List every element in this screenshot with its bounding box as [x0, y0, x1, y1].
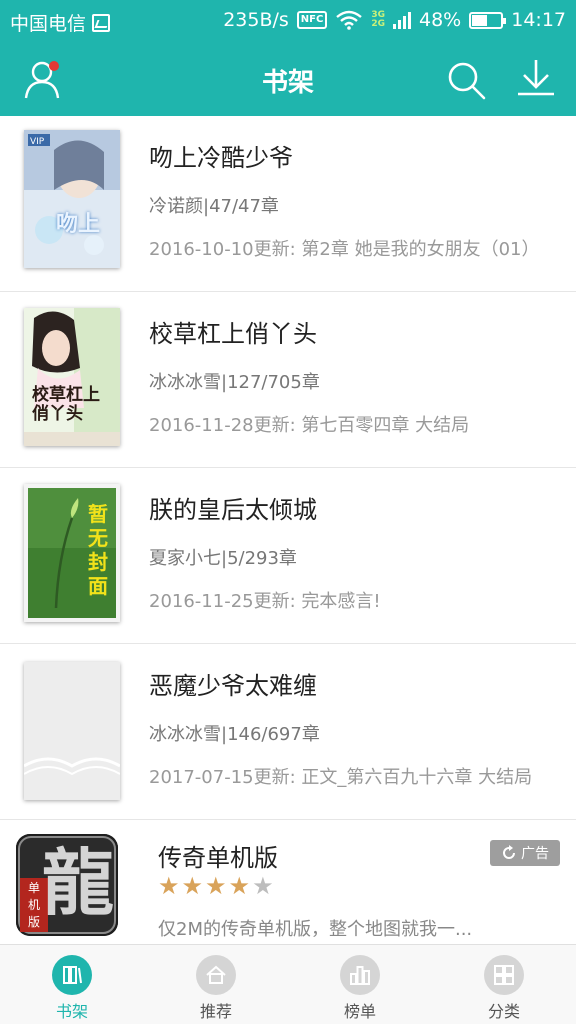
svg-text:VIP: VIP [30, 137, 45, 147]
book-author-chapters: 冷诺颜|47/47章 [149, 196, 279, 217]
tab-label: 书架 [55, 1002, 88, 1021]
network-speed: 235B/s [223, 9, 289, 31]
book-cover-art [24, 308, 120, 446]
book-update-info: 2016-11-28更新: 第七百零四章 大结局 [149, 415, 470, 436]
ad-rating: ★ ★ ★ ★ ★ [158, 874, 274, 898]
book-title: 恶魔少爷太难缠 [149, 672, 317, 700]
book-author-chapters: 冰冰冰雪|146/697章 [149, 724, 320, 745]
page-title: 书架 [261, 68, 314, 98]
book-author-chapters: 夏家小七|5/293章 [149, 548, 297, 569]
search-button[interactable] [444, 58, 488, 102]
star-icon: ★ [181, 872, 204, 900]
book-cover[interactable]: VIP 吻上 [24, 130, 120, 268]
signal-icon [393, 11, 411, 29]
ad-row[interactable]: 龍 单 机 版 传奇单机版 ★ ★ ★ ★ ★ 仅2M的传奇单机版，整个地图就我… [0, 820, 576, 944]
ranking-icon [340, 955, 380, 995]
ad-badge[interactable]: 广告 [490, 840, 560, 866]
search-icon [448, 62, 486, 100]
placeholder-book-icon [24, 662, 120, 800]
battery-percent: 48% [419, 9, 462, 31]
book-title: 吻上冷酷少爷 [149, 144, 293, 172]
bookshelf-icon [52, 955, 92, 995]
book-row[interactable]: 恶魔少爷太难缠 冰冰冰雪|146/697章 2017-07-15更新: 正文_第… [0, 644, 576, 820]
tab-label: 推荐 [199, 1002, 232, 1021]
tab-recommend[interactable]: 推荐 [144, 945, 288, 1024]
star-icon: ★ [158, 872, 180, 900]
app-header: 书架 [0, 42, 576, 116]
category-icon [484, 955, 524, 995]
tab-category[interactable]: 分类 [432, 945, 576, 1024]
home-icon [196, 955, 236, 995]
status-bar: 中国电信 235B/s NFC 3G 2G 48% 14:17 [0, 0, 576, 42]
download-button[interactable] [514, 56, 558, 100]
book-author-chapters: 冰冰冰雪|127/705章 [149, 372, 320, 393]
status-right: 235B/s NFC 3G 2G 48% 14:17 [223, 9, 566, 31]
ad-icon-glyph: 龍 [42, 840, 115, 925]
book-cover-title: 校草杠上俏丫头 [32, 385, 100, 424]
network-2g-label: 2G [371, 19, 385, 29]
star-icon: ★ [205, 872, 227, 900]
ad-badge-label: 广告 [521, 846, 549, 862]
tab-bookshelf[interactable]: 书架 [0, 945, 144, 1024]
refresh-icon [503, 845, 515, 859]
app-root: 中国电信 235B/s NFC 3G 2G 48% 14:17 书架 VIP 吻… [0, 0, 576, 1024]
book-cover[interactable] [24, 662, 120, 800]
book-row[interactable]: VIP 吻上 吻上冷酷少爷 冷诺颜|47/47章 2016-10-10更新: 第… [0, 116, 576, 292]
book-title: 校草杠上俏丫头 [149, 320, 317, 348]
download-icon [518, 60, 554, 96]
book-update-info: 2016-11-25更新: 完本感言! [149, 591, 381, 612]
book-update-info: 2016-10-10更新: 第2章 她是我的女朋友（01） [149, 239, 540, 260]
ad-icon-text: 单 [27, 881, 40, 895]
book-cover[interactable]: 暂无封面 [24, 484, 120, 622]
clock: 14:17 [511, 9, 566, 31]
book-cover-title: 暂无封面 [88, 502, 108, 598]
book-title: 朕的皇后太倾城 [149, 496, 317, 524]
book-cover-art: VIP [24, 130, 120, 268]
battery-icon [469, 11, 507, 29]
star-icon: ★ [228, 872, 251, 900]
book-cover-title: 吻上 [56, 212, 101, 237]
ad-app-icon[interactable]: 龍 单 机 版 [16, 834, 118, 936]
star-icon: ★ [252, 872, 274, 900]
book-update-info: 2017-07-15更新: 正文_第六百九十六章 大结局 [149, 767, 533, 788]
book-row[interactable]: 校草杠上俏丫头 校草杠上俏丫头 冰冰冰雪|127/705章 2016-11-28… [0, 292, 576, 468]
book-row[interactable]: 暂无封面 朕的皇后太倾城 夏家小七|5/293章 2016-11-25更新: 完… [0, 468, 576, 644]
bottom-tab-bar: 书架 推荐 榜单 分类 [0, 944, 576, 1024]
tab-label: 榜单 [343, 1002, 376, 1021]
carrier-label: 中国电信 [10, 13, 87, 35]
ad-title: 传奇单机版 [158, 844, 278, 872]
nfc-icon: NFC [296, 11, 328, 29]
tab-label: 分类 [487, 1002, 520, 1021]
mobile-network-icon: 3G 2G [371, 11, 385, 29]
tab-ranking[interactable]: 榜单 [288, 945, 432, 1024]
book-cover[interactable]: 校草杠上俏丫头 [24, 308, 120, 446]
wifi-icon [336, 10, 363, 30]
ad-icon-text: 机 [27, 898, 40, 912]
status-left: 中国电信 [10, 9, 111, 36]
ad-icon-text: 版 [27, 915, 40, 929]
ad-description: 仅2M的传奇单机版，整个地图就我一... [158, 919, 473, 940]
image-notification-icon [92, 13, 111, 32]
